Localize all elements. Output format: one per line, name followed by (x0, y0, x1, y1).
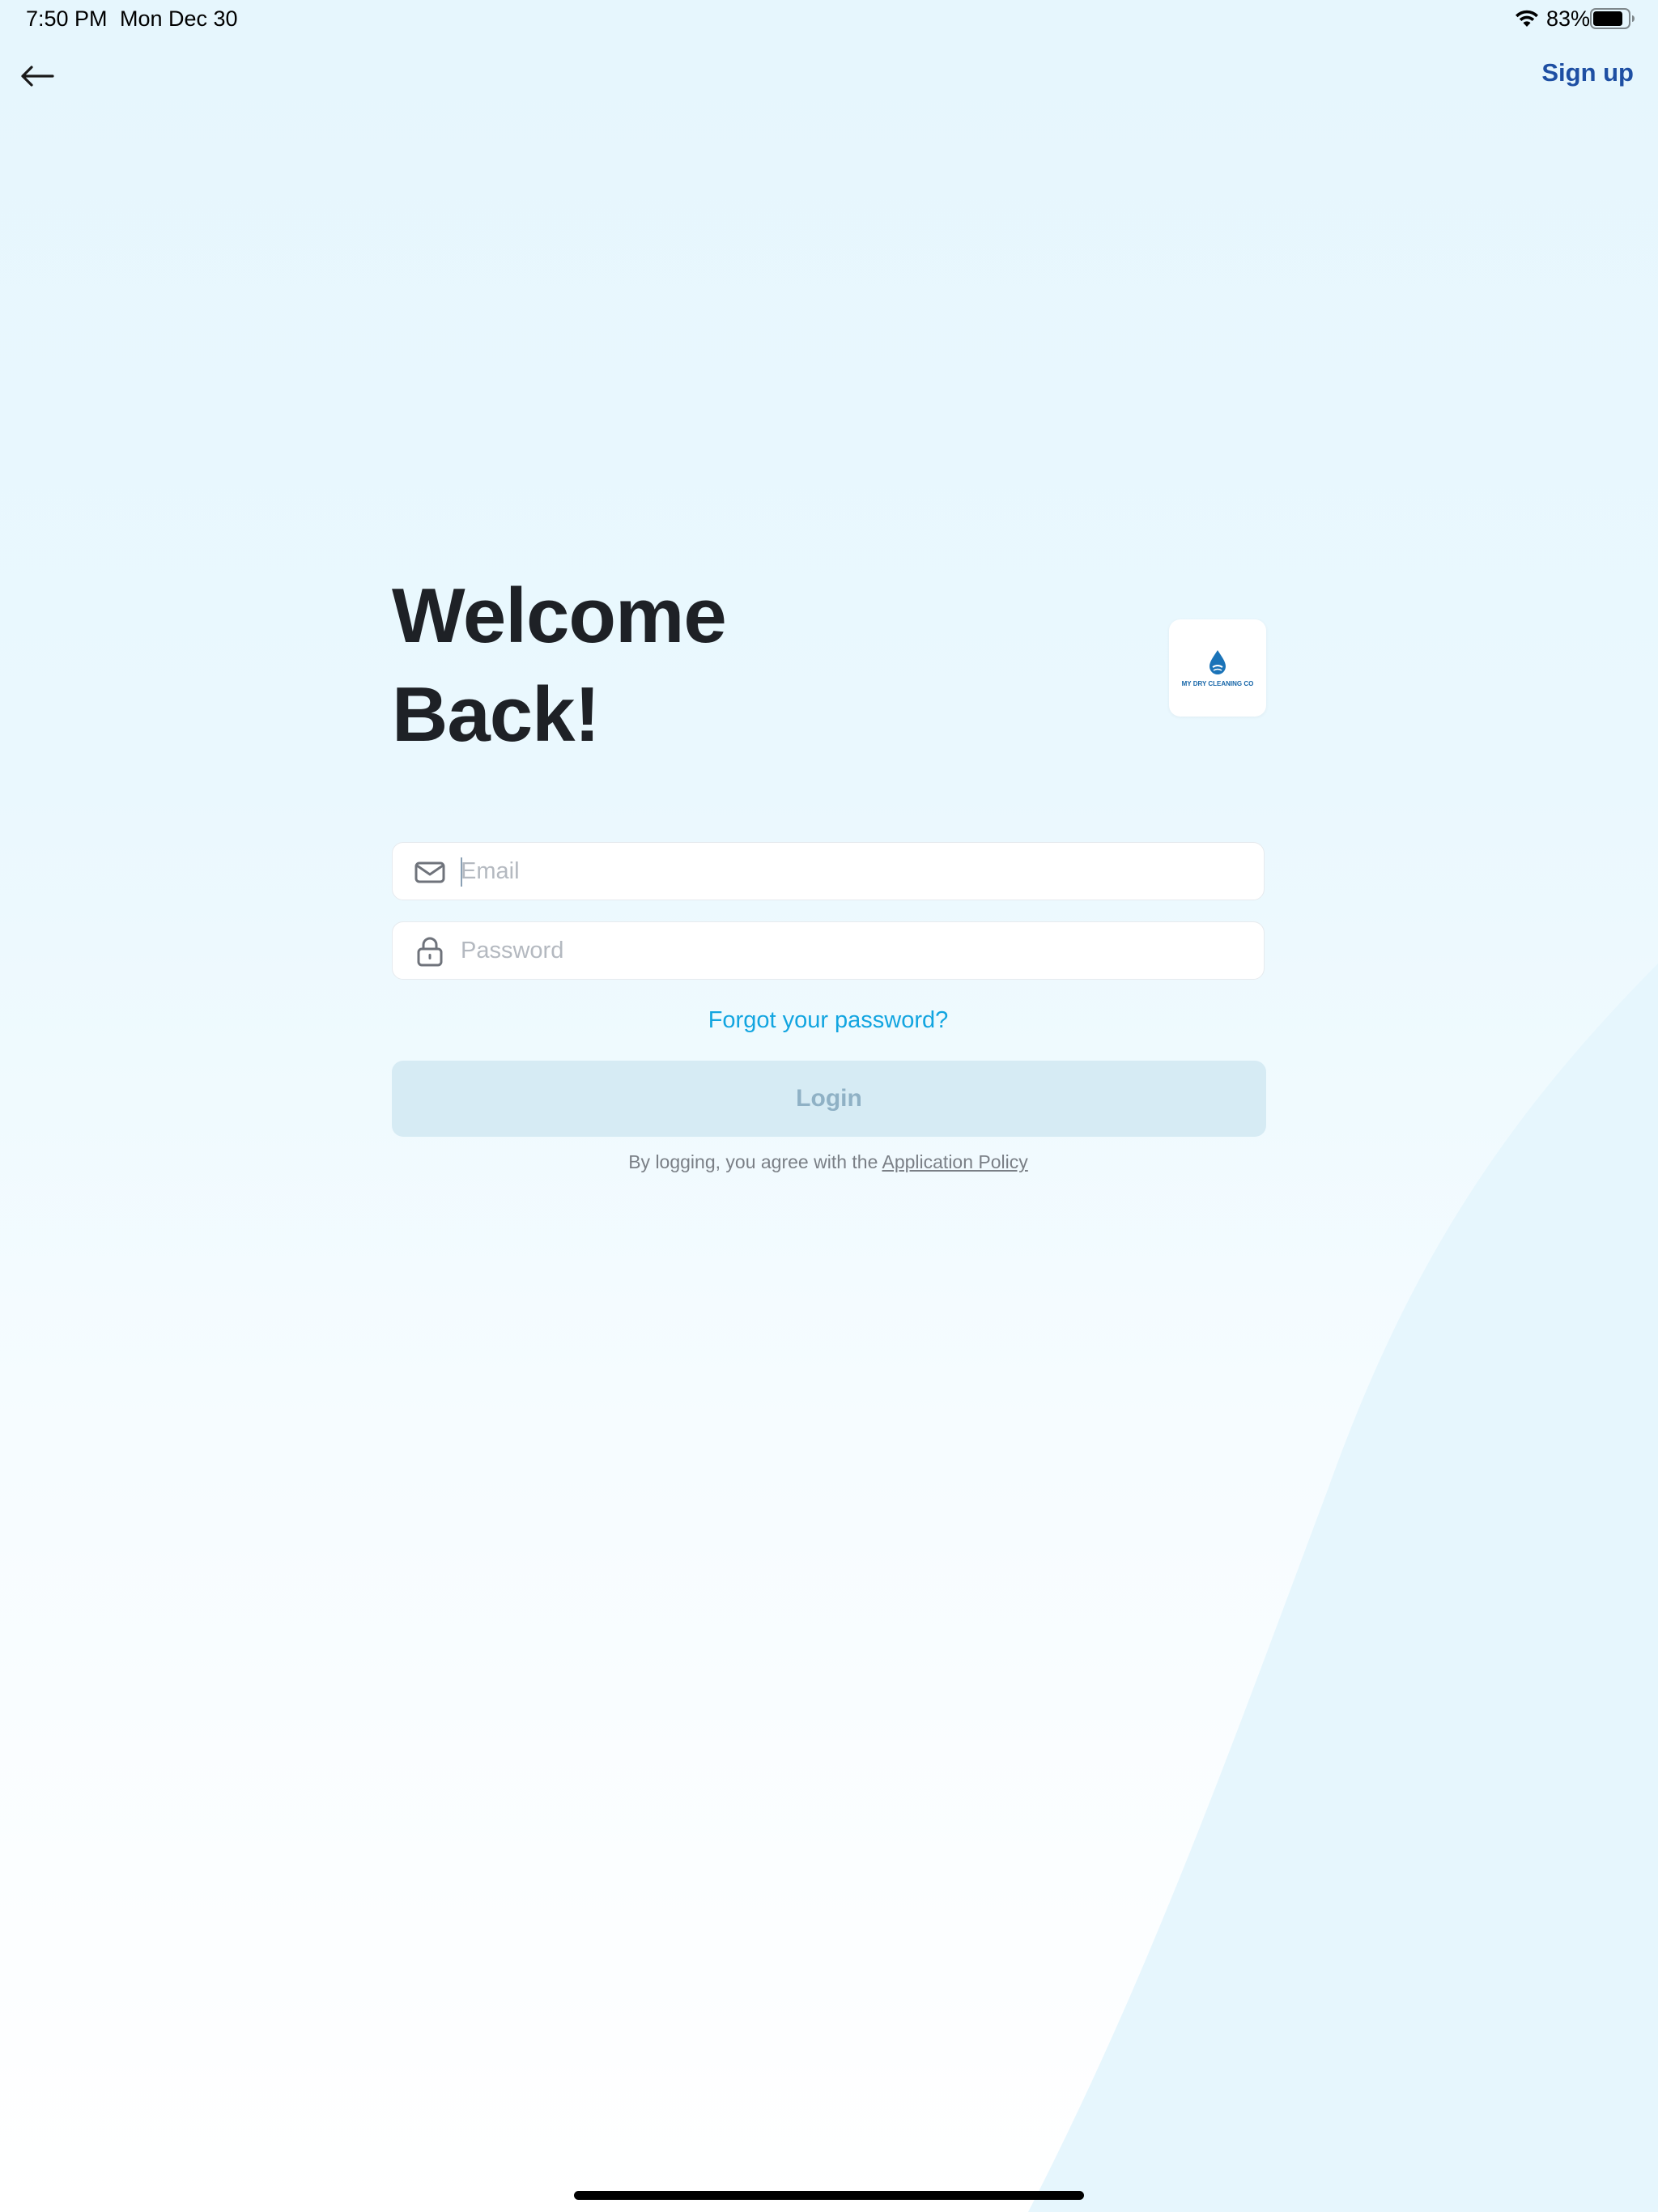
battery-percentage: 83% (1546, 6, 1591, 31)
back-button[interactable] (16, 57, 58, 96)
mail-icon (414, 861, 445, 883)
lock-icon (417, 937, 443, 967)
forgot-password-link[interactable]: Forgot your password? (392, 1007, 1265, 1034)
title-line-back: Back! (392, 671, 600, 758)
login-button[interactable]: Login (392, 1061, 1266, 1137)
wifi-icon (1516, 10, 1538, 27)
water-drop-icon (1209, 649, 1226, 674)
password-input[interactable] (461, 922, 1238, 979)
status-date: Mon Dec 30 (120, 6, 238, 31)
password-field[interactable] (392, 921, 1265, 980)
sign-up-link[interactable]: Sign up (1541, 58, 1634, 87)
status-bar: 7:50 PM Mon Dec 30 83% (0, 0, 1658, 39)
policy-text: By logging, you agree with the (628, 1151, 878, 1172)
status-time: 7:50 PM (26, 6, 108, 31)
email-field[interactable] (392, 842, 1265, 900)
application-policy-link[interactable]: Application Policy (882, 1151, 1028, 1172)
text-caret (461, 857, 462, 887)
logo-text: MY DRY CLEANING CO (1181, 679, 1254, 687)
title-line-welcome: Welcome (392, 572, 727, 659)
policy-notice: By logging, you agree with the Applicati… (392, 1151, 1265, 1173)
arrow-left-icon (21, 66, 54, 87)
page-title: Welcome Back! (392, 567, 1120, 764)
battery-icon (1590, 8, 1635, 29)
email-input[interactable] (461, 843, 1238, 900)
company-logo: MY DRY CLEANING CO (1169, 619, 1266, 717)
home-indicator[interactable] (574, 2191, 1084, 2200)
